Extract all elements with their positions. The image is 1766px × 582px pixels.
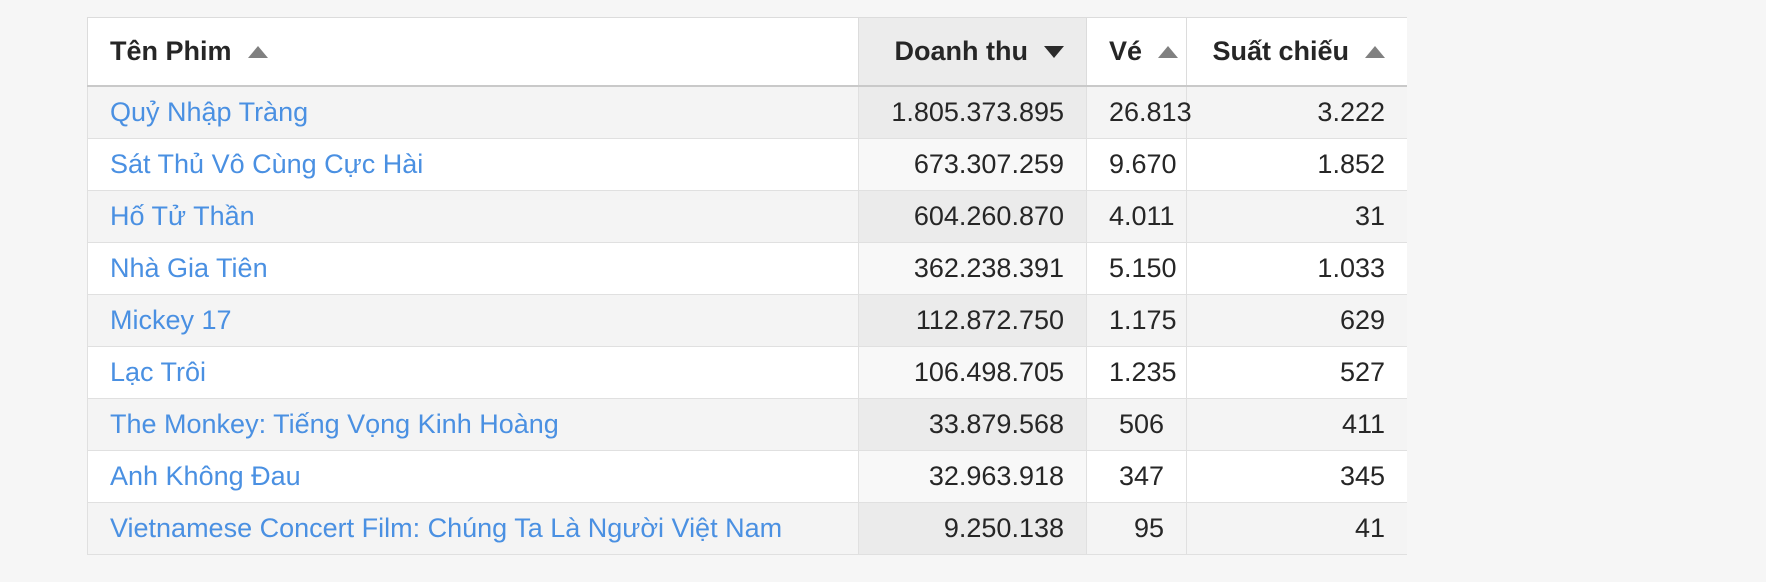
page-root: Tên Phim Doanh thu Vé Suất chiếu Quỷ Nhậ… — [0, 0, 1766, 582]
table-row: Vietnamese Concert Film: Chúng Ta Là Ngư… — [87, 502, 1407, 555]
cell-showtimes: 345 — [1186, 450, 1407, 503]
cell-revenue: 673.307.259 — [858, 138, 1087, 191]
cell-showtimes: 1.852 — [1186, 138, 1407, 191]
movie-name-link[interactable]: The Monkey: Tiếng Vọng Kinh Hoàng — [110, 409, 559, 439]
cell-showtimes: 527 — [1186, 346, 1407, 399]
cell-revenue: 106.498.705 — [858, 346, 1087, 399]
movie-name-link[interactable]: Nhà Gia Tiên — [110, 253, 268, 283]
cell-movie-name: Nhà Gia Tiên — [87, 242, 859, 295]
sort-ascending-icon[interactable] — [247, 45, 268, 58]
column-header-revenue-label: Doanh thu — [894, 36, 1028, 66]
sort-descending-icon[interactable] — [1044, 45, 1064, 58]
cell-tickets: 9.670 — [1086, 138, 1187, 191]
sort-ascending-icon[interactable] — [1365, 45, 1385, 58]
cell-movie-name: Vietnamese Concert Film: Chúng Ta Là Ngư… — [87, 502, 859, 555]
cell-revenue: 1.805.373.895 — [858, 85, 1087, 139]
column-header-name-label: Tên Phim — [110, 36, 232, 66]
cell-showtimes: 41 — [1186, 502, 1407, 555]
cell-revenue: 112.872.750 — [858, 294, 1087, 347]
table-row: Nhà Gia Tiên 362.238.391 5.150 1.033 — [87, 242, 1407, 295]
cell-tickets: 506 — [1086, 398, 1187, 451]
movie-name-link[interactable]: Lạc Trôi — [110, 357, 206, 387]
column-header-showtimes[interactable]: Suất chiếu — [1186, 17, 1407, 87]
cell-showtimes: 3.222 — [1186, 85, 1407, 139]
table-header: Tên Phim Doanh thu Vé Suất chiếu — [87, 17, 1407, 87]
column-header-showtimes-label: Suất chiếu — [1212, 36, 1349, 66]
table-row: Hố Tử Thần 604.260.870 4.011 31 — [87, 190, 1407, 243]
cell-tickets: 95 — [1086, 502, 1187, 555]
cell-movie-name: Sát Thủ Vô Cùng Cực Hài — [87, 138, 859, 191]
cell-showtimes: 411 — [1186, 398, 1407, 451]
cell-movie-name: Lạc Trôi — [87, 346, 859, 399]
table-row: The Monkey: Tiếng Vọng Kinh Hoàng 33.879.… — [87, 398, 1407, 451]
table-row: Mickey 17 112.872.750 1.175 629 — [87, 294, 1407, 347]
cell-revenue: 9.250.138 — [858, 502, 1087, 555]
movie-name-link[interactable]: Vietnamese Concert Film: Chúng Ta Là Ngư… — [110, 513, 782, 543]
cell-revenue: 604.260.870 — [858, 190, 1087, 243]
table-row: Lạc Trôi 106.498.705 1.235 527 — [87, 346, 1407, 399]
cell-tickets: 5.150 — [1086, 242, 1187, 295]
cell-tickets: 1.175 — [1086, 294, 1187, 347]
cell-revenue: 362.238.391 — [858, 242, 1087, 295]
cell-showtimes: 31 — [1186, 190, 1407, 243]
movie-revenue-table-container: Tên Phim Doanh thu Vé Suất chiếu Quỷ Nhậ… — [87, 17, 1407, 555]
movie-name-link[interactable]: Sát Thủ Vô Cùng Cực Hài — [110, 149, 423, 179]
table-body: Quỷ Nhập Tràng 1.805.373.895 26.813 3.222 Sá… — [87, 85, 1407, 555]
cell-movie-name: Anh Không Đau — [87, 450, 859, 503]
cell-showtimes: 1.033 — [1186, 242, 1407, 295]
sort-ascending-icon[interactable] — [1158, 45, 1179, 58]
cell-revenue: 32.963.918 — [858, 450, 1087, 503]
column-header-revenue[interactable]: Doanh thu — [858, 17, 1087, 87]
cell-movie-name: The Monkey: Tiếng Vọng Kinh Hoàng — [87, 398, 859, 451]
cell-movie-name: Hố Tử Thần — [87, 190, 859, 243]
cell-tickets: 4.011 — [1086, 190, 1187, 243]
table-row: Anh Không Đau 32.963.918 347 345 — [87, 450, 1407, 503]
table-header-row: Tên Phim Doanh thu Vé Suất chiếu — [87, 17, 1407, 87]
movie-name-link[interactable]: Hố Tử Thần — [110, 201, 255, 231]
cell-tickets: 26.813 — [1086, 85, 1192, 139]
column-header-tickets-label: Vé — [1109, 36, 1143, 66]
movie-revenue-table: Tên Phim Doanh thu Vé Suất chiếu Quỷ Nhậ… — [87, 17, 1407, 555]
movie-name-link[interactable]: Quỷ Nhập Tràng — [110, 97, 308, 127]
table-row: Quỷ Nhập Tràng 1.805.373.895 26.813 3.222 — [87, 85, 1407, 139]
cell-revenue: 33.879.568 — [858, 398, 1087, 451]
movie-name-link[interactable]: Anh Không Đau — [110, 461, 301, 491]
table-row: Sát Thủ Vô Cùng Cực Hài 673.307.259 9.670 1… — [87, 138, 1407, 191]
cell-movie-name: Mickey 17 — [87, 294, 859, 347]
cell-movie-name: Quỷ Nhập Tràng — [87, 85, 859, 139]
cell-tickets: 1.235 — [1086, 346, 1187, 399]
column-header-tickets[interactable]: Vé — [1086, 17, 1187, 87]
cell-tickets: 347 — [1086, 450, 1187, 503]
movie-name-link[interactable]: Mickey 17 — [110, 305, 232, 335]
cell-showtimes: 629 — [1186, 294, 1407, 347]
column-header-name[interactable]: Tên Phim — [87, 17, 859, 87]
